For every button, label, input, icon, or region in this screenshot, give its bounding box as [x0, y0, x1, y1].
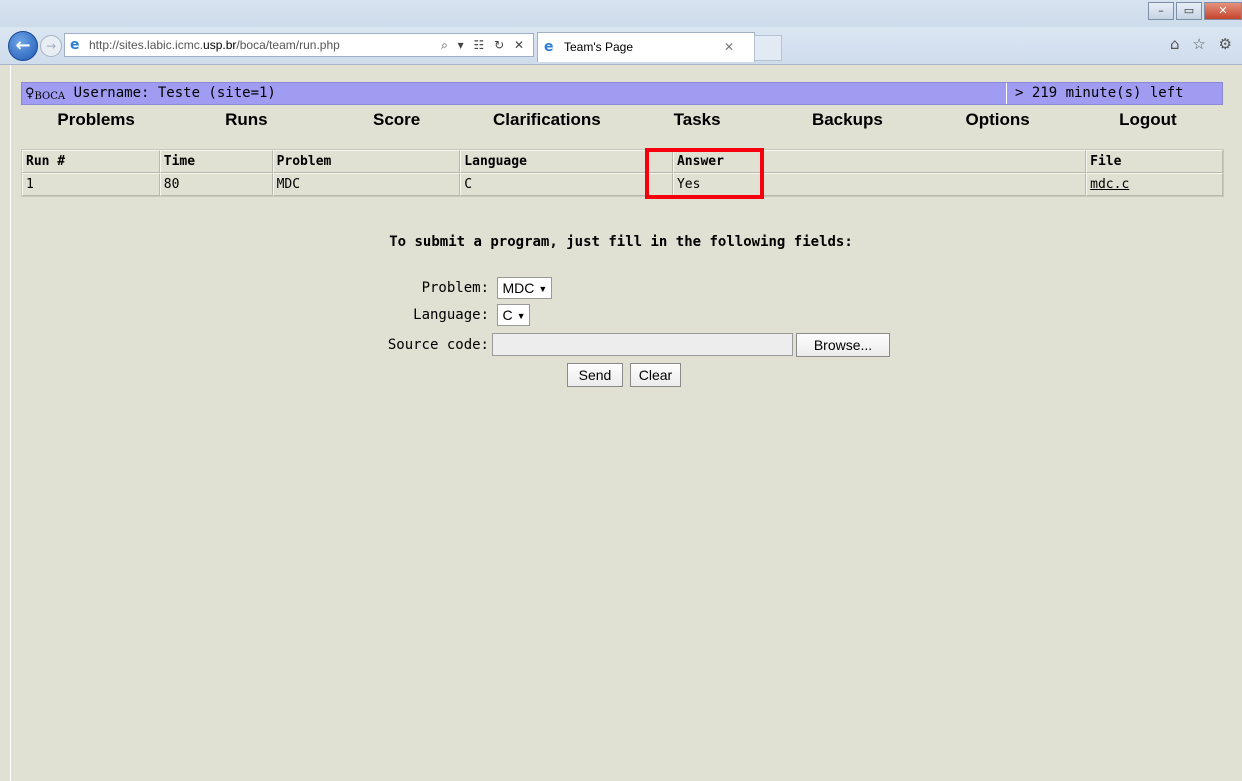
- chevron-down-icon: ▼: [538, 284, 548, 294]
- home-favorites-settings-icons[interactable]: ⌂ ☆ ⚙: [1170, 35, 1236, 53]
- cell-problem: MDC: [272, 173, 461, 196]
- username-label: Username: Teste (site=1): [73, 85, 276, 101]
- browse-button[interactable]: Browse...: [796, 333, 890, 357]
- menu-options[interactable]: Options: [923, 109, 1073, 131]
- ie-page-icon: e: [70, 37, 80, 53]
- clear-button[interactable]: Clear: [630, 363, 681, 387]
- boca-logo: ♀BOCA: [25, 86, 66, 102]
- cell-file: mdc.c: [1086, 173, 1223, 196]
- boca-logo-symbol: ♀: [25, 86, 35, 101]
- minimize-button[interactable]: –: [1148, 2, 1174, 20]
- send-button[interactable]: Send: [567, 363, 623, 387]
- address-suffix: /boca/team/run.php: [236, 38, 340, 52]
- answer-highlight-box: [645, 148, 764, 199]
- language-label: Language:: [413, 307, 489, 323]
- table-header-row: Run # Time Problem Language Answer File: [22, 150, 1223, 173]
- time-left: > 219 minute(s) left: [1006, 83, 1222, 104]
- runs-table: Run # Time Problem Language Answer File …: [21, 149, 1224, 197]
- back-button[interactable]: ←: [8, 31, 38, 61]
- column-problem: Problem: [272, 150, 461, 173]
- menu-score[interactable]: Score: [322, 109, 472, 131]
- problem-select-value: MDC: [502, 280, 535, 296]
- ie-tab-icon: e: [544, 39, 554, 55]
- language-select[interactable]: C ▼: [497, 304, 531, 326]
- menu-logout[interactable]: Logout: [1073, 109, 1223, 131]
- menu-backups[interactable]: Backups: [772, 109, 922, 131]
- title-bar: [0, 0, 1242, 27]
- cell-time: 80: [159, 173, 273, 196]
- menu-clarifications[interactable]: Clarifications: [472, 109, 622, 131]
- column-time: Time: [159, 150, 273, 173]
- window-controls: – ▭ ✕: [1146, 2, 1242, 22]
- source-code-label: Source code:: [387, 337, 489, 353]
- boca-header: ♀BOCA Username: Teste (site=1) > 219 min…: [21, 82, 1223, 105]
- tab-teams-page[interactable]: e Team's Page ✕: [537, 32, 755, 62]
- address-prefix: http://sites.labic.icmc.: [89, 38, 204, 52]
- menu-problems[interactable]: Problems: [21, 109, 171, 131]
- address-bar[interactable]: e http://sites.labic.icmc.usp.br/boca/te…: [64, 33, 534, 57]
- menu-runs[interactable]: Runs: [171, 109, 321, 131]
- problem-label: Problem:: [421, 280, 489, 296]
- navigation-bar: ← → e http://sites.labic.icmc.usp.br/boc…: [0, 27, 1242, 65]
- table-row: 1 80 MDC C Yes mdc.c: [22, 173, 1223, 196]
- source-code-row: Source code:: [367, 337, 489, 353]
- column-run: Run #: [22, 150, 160, 173]
- cell-language: C: [460, 173, 673, 196]
- tab-close-icon[interactable]: ✕: [724, 33, 734, 61]
- submit-instructions: To submit a program, just fill in the fo…: [389, 234, 853, 250]
- language-select-value: C: [502, 307, 513, 323]
- boca-logo-text: BOCA: [34, 91, 66, 102]
- source-code-file-input[interactable]: [492, 333, 793, 356]
- new-tab-button[interactable]: [754, 35, 782, 61]
- tab-title: Team's Page: [564, 40, 633, 54]
- address-host: usp.br: [203, 38, 237, 52]
- file-link[interactable]: mdc.c: [1090, 177, 1129, 192]
- problem-row: Problem: MDC ▼: [405, 277, 553, 299]
- language-row: Language: C ▼: [397, 304, 531, 326]
- problem-select[interactable]: MDC ▼: [497, 277, 553, 299]
- chevron-down-icon: ▼: [516, 311, 526, 321]
- column-file: File: [1086, 150, 1223, 173]
- menu-tasks[interactable]: Tasks: [622, 109, 772, 131]
- main-menu: Problems Runs Score Clarifications Tasks…: [21, 109, 1223, 131]
- address-tools-icons[interactable]: ⌕ ▾ ☷ ↻ ✕: [441, 34, 527, 56]
- column-language: Language: [460, 150, 673, 173]
- restore-button[interactable]: ▭: [1176, 2, 1202, 20]
- cell-run: 1: [22, 173, 160, 196]
- forward-button[interactable]: →: [40, 35, 62, 57]
- close-window-button[interactable]: ✕: [1204, 2, 1242, 20]
- browser-chrome: – ▭ ✕ ← → e http://sites.labic.icmc.usp.…: [0, 0, 1242, 65]
